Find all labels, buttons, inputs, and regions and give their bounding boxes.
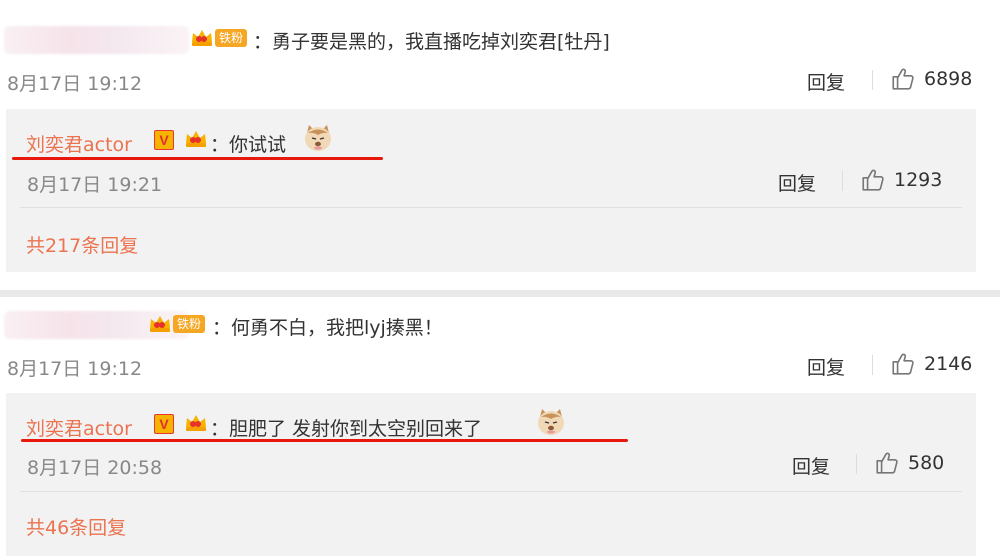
reply-author[interactable]: 刘奕君actor — [26, 130, 132, 157]
divider — [20, 207, 962, 208]
reply-time: 8月17日 19:21 — [27, 174, 163, 196]
crown-icon — [148, 314, 172, 334]
reply-box: 刘奕君actor V ：你试试 8月17日 19:21 回复 1293 共217… — [6, 109, 976, 272]
blurred-username[interactable] — [4, 26, 189, 54]
like-button[interactable]: 6898 — [890, 66, 972, 92]
divider — [842, 171, 843, 191]
divider — [872, 70, 873, 90]
crown-icon — [184, 129, 208, 149]
comment-text: ：勇子要是黑的，我直播吃掉刘奕君[牡丹] — [253, 31, 610, 53]
fan-badge[interactable]: 铁粉 — [148, 314, 206, 334]
comment-card: 铁粉 ：何勇不白，我把lyj揍黑！ 8月17日 19:12 回复 2146 刘奕… — [0, 297, 1000, 556]
crown-icon — [190, 28, 214, 48]
more-replies-link[interactable]: 共217条回复 — [26, 231, 138, 258]
like-count: 1293 — [894, 169, 943, 191]
fan-badge-label: 铁粉 — [173, 315, 206, 333]
fan-badge-label: 铁粉 — [215, 29, 248, 47]
cat-emoji-icon — [536, 407, 566, 437]
reply-button[interactable]: 回复 — [807, 68, 845, 95]
comment-time: 8月17日 19:12 — [7, 73, 143, 95]
verified-v-icon: V — [154, 414, 174, 434]
divider — [20, 491, 962, 492]
highlight-underline — [12, 157, 383, 160]
reply-text: ：胆肥了 发射你到太空别回来了 — [210, 418, 483, 440]
comment-card: 铁粉 ：勇子要是黑的，我直播吃掉刘奕君[牡丹] 8月17日 19:12 回复 6… — [0, 0, 1000, 290]
like-count: 6898 — [924, 68, 973, 90]
thumb-up-icon — [890, 351, 916, 377]
like-button[interactable]: 580 — [874, 450, 944, 476]
verified-v-icon: V — [154, 130, 174, 150]
reply-time: 8月17日 20:58 — [27, 457, 163, 479]
cat-emoji-icon — [303, 123, 333, 153]
more-replies-link[interactable]: 共46条回复 — [26, 513, 126, 540]
reply-author[interactable]: 刘奕君actor — [26, 414, 132, 441]
fan-badge[interactable]: 铁粉 — [190, 28, 248, 48]
thumb-up-icon — [874, 450, 900, 476]
divider — [872, 355, 873, 375]
reply-text: ：你试试 — [210, 134, 287, 156]
reply-button[interactable]: 回复 — [792, 452, 830, 479]
reply-button[interactable]: 回复 — [807, 353, 845, 380]
thumb-up-icon — [860, 167, 886, 193]
comment-text: ：何勇不白，我把lyj揍黑！ — [212, 317, 443, 339]
crown-icon — [184, 413, 208, 433]
like-count: 2146 — [924, 353, 973, 375]
like-count: 580 — [908, 452, 945, 474]
divider — [856, 454, 857, 474]
reply-box: 刘奕君actor V ：胆肥了 发射你到太空别回来了 8月17日 20:58 回… — [6, 393, 976, 556]
reply-button[interactable]: 回复 — [778, 169, 816, 196]
thumb-up-icon — [890, 66, 916, 92]
like-button[interactable]: 1293 — [860, 167, 942, 193]
highlight-underline — [21, 439, 628, 442]
comment-time: 8月17日 19:12 — [7, 358, 143, 380]
like-button[interactable]: 2146 — [890, 351, 972, 377]
